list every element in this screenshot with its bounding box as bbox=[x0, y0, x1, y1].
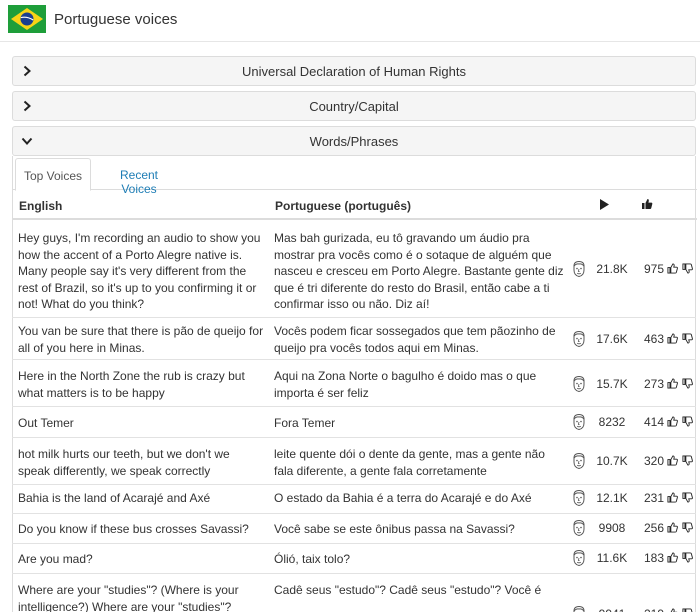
play-count[interactable]: 9941 bbox=[592, 607, 632, 612]
thumbs-up-icon[interactable] bbox=[667, 608, 678, 612]
play-count[interactable]: 21.8K bbox=[592, 262, 632, 276]
accordion-udhr[interactable]: Universal Declaration of Human Rights bbox=[12, 56, 696, 86]
play-count[interactable]: 11.6K bbox=[592, 551, 632, 565]
thumbs-down-icon[interactable] bbox=[682, 333, 693, 344]
thumbs-up-icon[interactable] bbox=[667, 263, 678, 274]
portuguese-text: leite quente dói o dente da gente, mas a… bbox=[274, 447, 545, 478]
table-row: Hey guys, I'm recording an audio to show… bbox=[12, 222, 696, 318]
speaker-avatar-icon[interactable] bbox=[571, 375, 587, 393]
speaker-avatar-icon[interactable] bbox=[571, 260, 587, 278]
like-count: 219 bbox=[636, 607, 664, 612]
english-text: Are you mad? bbox=[18, 552, 93, 566]
thumbs-up-icon[interactable] bbox=[667, 552, 678, 563]
speaker-avatar-icon[interactable] bbox=[571, 452, 587, 470]
accordion-label: Universal Declaration of Human Rights bbox=[242, 64, 466, 79]
table-row: Where are your "studies"? (Where is your… bbox=[12, 574, 696, 612]
thumbs-down-icon[interactable] bbox=[682, 492, 693, 503]
table-row: Are you mad? Ólió, taix tolo? 11.6K 183 bbox=[12, 544, 696, 574]
thumbs-up-icon[interactable] bbox=[667, 416, 678, 427]
english-text: Out Temer bbox=[18, 416, 74, 430]
accordion-words-phrases[interactable]: Words/Phrases bbox=[12, 126, 696, 156]
portuguese-text: Ólió, taix tolo? bbox=[274, 552, 351, 566]
portuguese-text: Você sabe se este ônibus passa na Savass… bbox=[274, 522, 515, 536]
play-count[interactable]: 15.7K bbox=[592, 377, 632, 391]
speaker-avatar-icon[interactable] bbox=[571, 330, 587, 348]
thumbs-up-icon[interactable] bbox=[667, 378, 678, 389]
english-text: hot milk hurts our teeth, but we don't w… bbox=[18, 447, 230, 478]
table-row: Here in the North Zone the rub is crazy … bbox=[12, 360, 696, 407]
speaker-avatar-icon[interactable] bbox=[571, 549, 587, 567]
play-count[interactable]: 9908 bbox=[592, 521, 632, 535]
thumbs-up-icon[interactable] bbox=[667, 333, 678, 344]
portuguese-text: Vocês podem ficar sossegados que tem pão… bbox=[274, 324, 556, 355]
table-row: Out Temer Fora Temer 8232 414 bbox=[12, 407, 696, 438]
play-count[interactable]: 8232 bbox=[592, 415, 632, 429]
voice-tabs: Top Voices Recent Voices bbox=[13, 156, 697, 196]
tab-recent-voices[interactable]: Recent Voices bbox=[103, 158, 175, 196]
play-count[interactable]: 17.6K bbox=[592, 332, 632, 346]
play-icon bbox=[600, 199, 609, 210]
like-count: 320 bbox=[643, 454, 664, 468]
brazil-flag-icon bbox=[8, 5, 46, 33]
like-count: 273 bbox=[643, 377, 664, 391]
english-text: Bahia is the land of Acarajé and Axé bbox=[18, 491, 211, 505]
thumbs-down-icon[interactable] bbox=[682, 416, 693, 427]
thumbs-down-icon[interactable] bbox=[682, 263, 693, 274]
portuguese-text: Mas bah gurizada, eu tô gravando um áudi… bbox=[274, 231, 564, 311]
portuguese-text: Fora Temer bbox=[274, 416, 336, 430]
english-text: You van be sure that there is pão de que… bbox=[18, 324, 264, 355]
play-count[interactable]: 10.7K bbox=[592, 454, 632, 468]
accordion-label: Words/Phrases bbox=[309, 134, 399, 149]
portuguese-text: Aqui na Zona Norte o bagulho é doido mas… bbox=[274, 369, 537, 400]
english-text: Do you know if these bus crosses Savassi… bbox=[18, 522, 249, 536]
thumbs-down-icon[interactable] bbox=[682, 552, 693, 563]
like-count: 183 bbox=[643, 551, 664, 565]
like-count: 231 bbox=[643, 491, 664, 505]
table-row: hot milk hurts our teeth, but we don't w… bbox=[12, 438, 696, 485]
thumbs-down-icon[interactable] bbox=[682, 522, 693, 533]
tab-top-voices[interactable]: Top Voices bbox=[15, 158, 91, 191]
portuguese-text: Cadê seus "estudo"? Cadê seus "estudo"? … bbox=[274, 583, 542, 597]
thumbs-down-icon[interactable] bbox=[682, 455, 693, 466]
column-portuguese: Portuguese (português) bbox=[275, 199, 412, 213]
play-count[interactable]: 12.1K bbox=[592, 491, 632, 505]
accordion-label: Country/Capital bbox=[309, 99, 399, 114]
accordion-country-capital[interactable]: Country/Capital bbox=[12, 91, 696, 121]
thumbs-down-icon[interactable] bbox=[682, 378, 693, 389]
thumbs-up-icon[interactable] bbox=[667, 492, 678, 503]
page-title: Portuguese voices bbox=[54, 11, 178, 28]
table-row: Bahia is the land of Acarajé and Axé O es… bbox=[12, 485, 696, 514]
column-english: English bbox=[19, 199, 63, 213]
table-header: English Portuguese (português) bbox=[13, 190, 697, 220]
like-count: 975 bbox=[643, 262, 664, 276]
like-count: 256 bbox=[643, 521, 664, 535]
page-header: Portuguese voices bbox=[0, 0, 700, 42]
table-row: You van be sure that there is pão de que… bbox=[12, 318, 696, 360]
speaker-avatar-icon[interactable] bbox=[571, 489, 587, 507]
speaker-avatar-icon[interactable] bbox=[571, 519, 587, 537]
table-row: Do you know if these bus crosses Savassi… bbox=[12, 514, 696, 544]
thumbs-up-icon[interactable] bbox=[667, 455, 678, 466]
thumbs-down-icon[interactable] bbox=[682, 608, 693, 612]
english-text: Where are your "studies"? (Where is your… bbox=[18, 583, 239, 612]
english-text: Hey guys, I'm recording an audio to show… bbox=[18, 231, 261, 311]
portuguese-text: O estado da Bahia é a terra do Acarajé e… bbox=[274, 491, 532, 505]
english-text: Here in the North Zone the rub is crazy … bbox=[18, 369, 245, 400]
thumbs-up-icon bbox=[642, 199, 653, 209]
speaker-avatar-icon[interactable] bbox=[571, 413, 587, 431]
like-count: 414 bbox=[643, 415, 664, 429]
thumbs-up-icon[interactable] bbox=[667, 522, 678, 533]
speaker-avatar-icon[interactable] bbox=[571, 605, 587, 612]
like-count: 463 bbox=[643, 332, 664, 346]
